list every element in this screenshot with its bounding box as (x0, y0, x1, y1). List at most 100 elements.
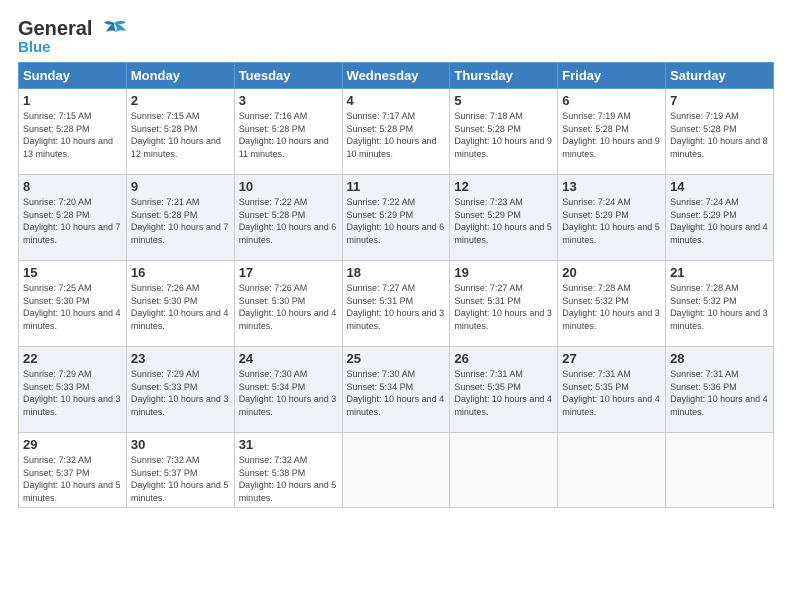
day-info: Sunrise: 7:15 AMSunset: 5:28 PMDaylight:… (23, 111, 113, 159)
day-info: Sunrise: 7:32 AMSunset: 5:37 PMDaylight:… (131, 455, 229, 503)
day-info: Sunrise: 7:27 AMSunset: 5:31 PMDaylight:… (347, 283, 445, 331)
calendar-cell: 5 Sunrise: 7:18 AMSunset: 5:28 PMDayligh… (450, 89, 558, 175)
day-number: 17 (239, 265, 338, 280)
calendar-cell: 29 Sunrise: 7:32 AMSunset: 5:37 PMDaylig… (19, 433, 127, 508)
calendar-cell: 19 Sunrise: 7:27 AMSunset: 5:31 PMDaylig… (450, 261, 558, 347)
day-info: Sunrise: 7:31 AMSunset: 5:35 PMDaylight:… (454, 369, 552, 417)
day-header-saturday: Saturday (666, 63, 774, 89)
day-number: 30 (131, 437, 230, 452)
calendar-cell: 12 Sunrise: 7:23 AMSunset: 5:29 PMDaylig… (450, 175, 558, 261)
calendar-cell (450, 433, 558, 508)
day-number: 4 (347, 93, 446, 108)
calendar-cell: 8 Sunrise: 7:20 AMSunset: 5:28 PMDayligh… (19, 175, 127, 261)
day-number: 14 (670, 179, 769, 194)
day-number: 1 (23, 93, 122, 108)
day-info: Sunrise: 7:23 AMSunset: 5:29 PMDaylight:… (454, 197, 552, 245)
calendar-cell: 23 Sunrise: 7:29 AMSunset: 5:33 PMDaylig… (126, 347, 234, 433)
day-info: Sunrise: 7:29 AMSunset: 5:33 PMDaylight:… (23, 369, 121, 417)
day-number: 29 (23, 437, 122, 452)
calendar-cell: 17 Sunrise: 7:26 AMSunset: 5:30 PMDaylig… (234, 261, 342, 347)
day-number: 23 (131, 351, 230, 366)
calendar-cell: 7 Sunrise: 7:19 AMSunset: 5:28 PMDayligh… (666, 89, 774, 175)
calendar-cell: 9 Sunrise: 7:21 AMSunset: 5:28 PMDayligh… (126, 175, 234, 261)
day-info: Sunrise: 7:32 AMSunset: 5:37 PMDaylight:… (23, 455, 121, 503)
calendar-cell: 10 Sunrise: 7:22 AMSunset: 5:28 PMDaylig… (234, 175, 342, 261)
day-info: Sunrise: 7:22 AMSunset: 5:28 PMDaylight:… (239, 197, 337, 245)
day-info: Sunrise: 7:20 AMSunset: 5:28 PMDaylight:… (23, 197, 121, 245)
day-number: 27 (562, 351, 661, 366)
calendar-cell: 30 Sunrise: 7:32 AMSunset: 5:37 PMDaylig… (126, 433, 234, 508)
day-info: Sunrise: 7:22 AMSunset: 5:29 PMDaylight:… (347, 197, 445, 245)
calendar-week-row: 15 Sunrise: 7:25 AMSunset: 5:30 PMDaylig… (19, 261, 774, 347)
day-info: Sunrise: 7:16 AMSunset: 5:28 PMDaylight:… (239, 111, 329, 159)
day-info: Sunrise: 7:28 AMSunset: 5:32 PMDaylight:… (670, 283, 768, 331)
calendar-cell: 4 Sunrise: 7:17 AMSunset: 5:28 PMDayligh… (342, 89, 450, 175)
calendar-cell: 3 Sunrise: 7:16 AMSunset: 5:28 PMDayligh… (234, 89, 342, 175)
calendar-cell: 11 Sunrise: 7:22 AMSunset: 5:29 PMDaylig… (342, 175, 450, 261)
day-number: 24 (239, 351, 338, 366)
day-header-friday: Friday (558, 63, 666, 89)
calendar-table: SundayMondayTuesdayWednesdayThursdayFrid… (18, 62, 774, 508)
day-number: 13 (562, 179, 661, 194)
day-number: 21 (670, 265, 769, 280)
day-number: 25 (347, 351, 446, 366)
day-number: 16 (131, 265, 230, 280)
day-number: 10 (239, 179, 338, 194)
day-info: Sunrise: 7:25 AMSunset: 5:30 PMDaylight:… (23, 283, 121, 331)
day-number: 20 (562, 265, 661, 280)
day-number: 9 (131, 179, 230, 194)
day-number: 26 (454, 351, 553, 366)
calendar-cell: 15 Sunrise: 7:25 AMSunset: 5:30 PMDaylig… (19, 261, 127, 347)
calendar-cell: 6 Sunrise: 7:19 AMSunset: 5:28 PMDayligh… (558, 89, 666, 175)
calendar-cell: 25 Sunrise: 7:30 AMSunset: 5:34 PMDaylig… (342, 347, 450, 433)
day-header-thursday: Thursday (450, 63, 558, 89)
calendar-cell: 26 Sunrise: 7:31 AMSunset: 5:35 PMDaylig… (450, 347, 558, 433)
calendar-cell: 28 Sunrise: 7:31 AMSunset: 5:36 PMDaylig… (666, 347, 774, 433)
calendar-week-row: 29 Sunrise: 7:32 AMSunset: 5:37 PMDaylig… (19, 433, 774, 508)
day-info: Sunrise: 7:30 AMSunset: 5:34 PMDaylight:… (239, 369, 337, 417)
day-number: 18 (347, 265, 446, 280)
day-number: 6 (562, 93, 661, 108)
day-info: Sunrise: 7:29 AMSunset: 5:33 PMDaylight:… (131, 369, 229, 417)
day-info: Sunrise: 7:26 AMSunset: 5:30 PMDaylight:… (239, 283, 337, 331)
day-number: 2 (131, 93, 230, 108)
day-info: Sunrise: 7:31 AMSunset: 5:36 PMDaylight:… (670, 369, 768, 417)
day-header-sunday: Sunday (19, 63, 127, 89)
calendar-cell: 2 Sunrise: 7:15 AMSunset: 5:28 PMDayligh… (126, 89, 234, 175)
header: General Blue (18, 18, 774, 56)
day-number: 12 (454, 179, 553, 194)
day-info: Sunrise: 7:30 AMSunset: 5:34 PMDaylight:… (347, 369, 445, 417)
calendar-cell: 31 Sunrise: 7:32 AMSunset: 5:38 PMDaylig… (234, 433, 342, 508)
day-number: 28 (670, 351, 769, 366)
day-info: Sunrise: 7:19 AMSunset: 5:28 PMDaylight:… (670, 111, 768, 159)
logo: General Blue (18, 18, 128, 56)
day-info: Sunrise: 7:17 AMSunset: 5:28 PMDaylight:… (347, 111, 437, 159)
calendar-cell (342, 433, 450, 508)
day-number: 11 (347, 179, 446, 194)
calendar-week-row: 22 Sunrise: 7:29 AMSunset: 5:33 PMDaylig… (19, 347, 774, 433)
day-info: Sunrise: 7:28 AMSunset: 5:32 PMDaylight:… (562, 283, 660, 331)
day-number: 31 (239, 437, 338, 452)
day-info: Sunrise: 7:21 AMSunset: 5:28 PMDaylight:… (131, 197, 229, 245)
logo-bird-icon (100, 19, 128, 41)
calendar-body: 1 Sunrise: 7:15 AMSunset: 5:28 PMDayligh… (19, 89, 774, 508)
calendar-cell (666, 433, 774, 508)
day-info: Sunrise: 7:32 AMSunset: 5:38 PMDaylight:… (239, 455, 337, 503)
day-info: Sunrise: 7:15 AMSunset: 5:28 PMDaylight:… (131, 111, 221, 159)
day-number: 19 (454, 265, 553, 280)
day-info: Sunrise: 7:24 AMSunset: 5:29 PMDaylight:… (670, 197, 768, 245)
day-number: 22 (23, 351, 122, 366)
day-info: Sunrise: 7:27 AMSunset: 5:31 PMDaylight:… (454, 283, 552, 331)
logo-blue-text: Blue (18, 39, 51, 56)
calendar-cell (558, 433, 666, 508)
calendar-week-row: 8 Sunrise: 7:20 AMSunset: 5:28 PMDayligh… (19, 175, 774, 261)
day-info: Sunrise: 7:19 AMSunset: 5:28 PMDaylight:… (562, 111, 660, 159)
day-number: 15 (23, 265, 122, 280)
day-header-monday: Monday (126, 63, 234, 89)
day-header-tuesday: Tuesday (234, 63, 342, 89)
day-header-wednesday: Wednesday (342, 63, 450, 89)
day-info: Sunrise: 7:26 AMSunset: 5:30 PMDaylight:… (131, 283, 229, 331)
calendar-cell: 1 Sunrise: 7:15 AMSunset: 5:28 PMDayligh… (19, 89, 127, 175)
calendar-cell: 16 Sunrise: 7:26 AMSunset: 5:30 PMDaylig… (126, 261, 234, 347)
day-info: Sunrise: 7:18 AMSunset: 5:28 PMDaylight:… (454, 111, 552, 159)
